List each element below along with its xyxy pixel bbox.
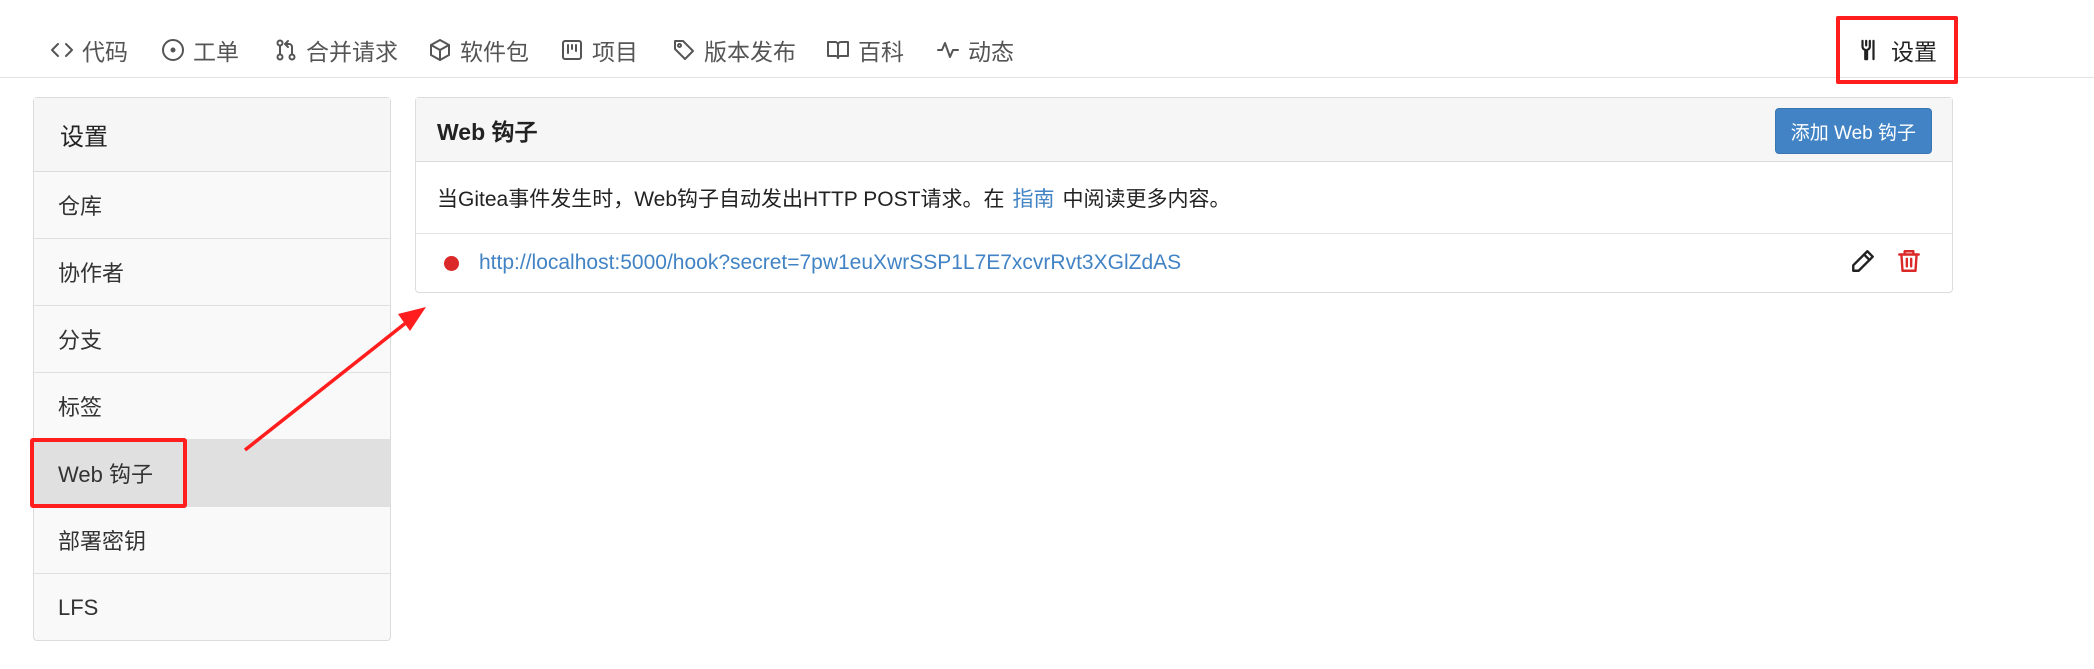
tab-packages[interactable]: 软件包 xyxy=(428,33,529,67)
tab-code[interactable]: 代码 xyxy=(50,33,128,67)
sidebar-header: 设置 xyxy=(34,98,390,172)
package-icon xyxy=(430,39,450,61)
sidebar-item-deploy-keys[interactable]: 部署密钥 xyxy=(34,507,390,574)
status-failed-dot-icon xyxy=(444,255,459,271)
sidebar-item-branches[interactable]: 分支 xyxy=(34,306,390,373)
tab-packages-label: 软件包 xyxy=(460,39,529,65)
repo-tab-bar: 代码 工单 合并请求 软件包 项目 版本发布 百科 动态 设置 xyxy=(0,0,2094,84)
webhook-row: http://localhost:5000/hook?secret=7pw1eu… xyxy=(416,234,1952,292)
sidebar-item-repository[interactable]: 仓库 xyxy=(34,172,390,239)
pulse-icon xyxy=(937,42,959,58)
sidebar-item-collaborators[interactable]: 协作者 xyxy=(34,239,390,306)
description-text-after: 中阅读更多内容。 xyxy=(1062,187,1231,211)
tab-activity-label: 动态 xyxy=(968,39,1014,65)
tab-code-label: 代码 xyxy=(82,39,128,65)
tab-issues[interactable]: 工单 xyxy=(161,33,239,67)
tab-releases-label: 版本发布 xyxy=(704,39,796,65)
tab-pull-requests[interactable]: 合并请求 xyxy=(274,33,398,67)
book-icon xyxy=(827,41,849,59)
tag-icon xyxy=(674,40,694,60)
tab-projects[interactable]: 项目 xyxy=(560,33,638,67)
tab-releases[interactable]: 版本发布 xyxy=(672,33,796,67)
webhooks-description: 当Gitea事件发生时，Web钩子自动发出HTTP POST请求。在 指南 中阅… xyxy=(416,162,1952,234)
sidebar-item-webhooks[interactable]: Web 钩子 xyxy=(34,440,390,507)
panel-header: Web 钩子 添加 Web 钩子 xyxy=(416,98,1952,162)
add-webhook-button[interactable]: 添加 Web 钩子 xyxy=(1774,108,1932,154)
code-icon xyxy=(51,43,73,57)
tools-icon xyxy=(1861,39,1875,61)
tab-settings-label: 设置 xyxy=(1891,39,1937,65)
tab-activity[interactable]: 动态 xyxy=(936,33,1014,67)
issue-opened-icon xyxy=(162,39,184,61)
tab-wiki-label: 百科 xyxy=(858,39,904,65)
settings-sidebar: 设置 仓库 协作者 分支 标签 Web 钩子 部署密钥 LFS xyxy=(33,97,391,641)
webhook-url-link[interactable]: http://localhost:5000/hook?secret=7pw1eu… xyxy=(479,251,1181,275)
project-icon xyxy=(562,40,582,60)
sidebar-item-tags[interactable]: 标签 xyxy=(34,373,390,440)
panel-title: Web 钩子 xyxy=(437,118,538,145)
guide-link[interactable]: 指南 xyxy=(1012,183,1054,213)
description-text-before: 当Gitea事件发生时，Web钩子自动发出HTTP POST请求。在 xyxy=(437,187,1005,211)
tab-issues-label: 工单 xyxy=(193,39,239,65)
trash-icon[interactable] xyxy=(1896,248,1922,274)
pencil-icon[interactable] xyxy=(1850,248,1876,274)
tab-pull-requests-label: 合并请求 xyxy=(306,39,398,65)
webhooks-panel: Web 钩子 添加 Web 钩子 当Gitea事件发生时，Web钩子自动发出HT… xyxy=(415,97,1953,293)
tab-projects-label: 项目 xyxy=(592,39,638,65)
tab-wiki[interactable]: 百科 xyxy=(826,33,904,67)
sidebar-item-lfs[interactable]: LFS xyxy=(34,574,390,641)
webhook-actions xyxy=(1850,248,1922,274)
tab-settings[interactable]: 设置 xyxy=(1836,16,1958,84)
git-pull-request-icon xyxy=(276,39,296,61)
